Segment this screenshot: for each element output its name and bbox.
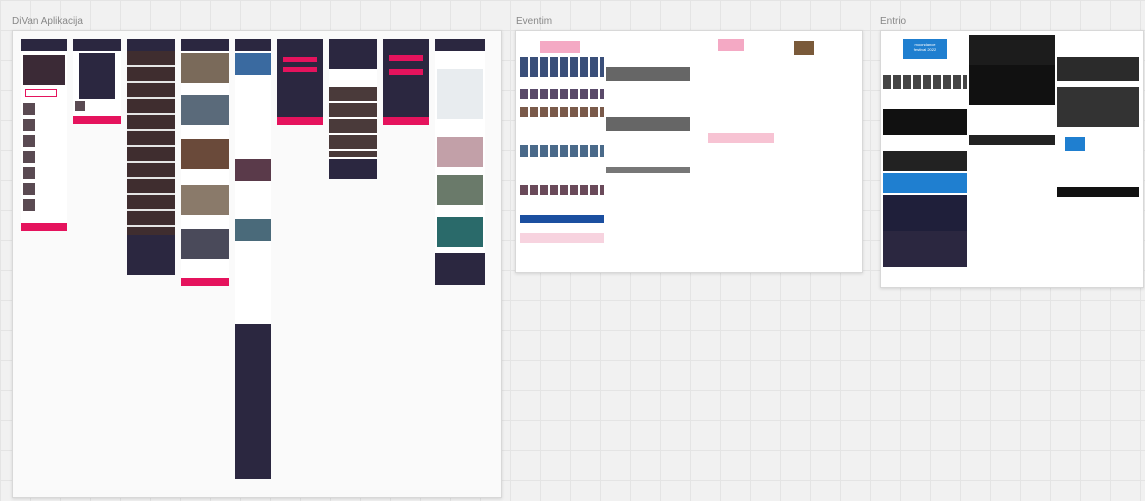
feed-image — [181, 139, 229, 169]
board-title-divan[interactable]: DiVan Aplikacija — [12, 16, 83, 27]
mockup-button — [389, 55, 423, 61]
mockup-image-grid — [329, 87, 377, 157]
mockup-header — [235, 39, 271, 51]
mockup-tabbar — [21, 223, 67, 231]
list-thumb — [75, 101, 85, 111]
mockup-header — [435, 39, 485, 51]
mockup-footer — [235, 324, 271, 479]
eventim-page-checkout[interactable] — [708, 37, 774, 173]
entrio-dark-section — [1057, 57, 1139, 81]
detail-image — [235, 53, 271, 75]
entrio-blue-section — [883, 173, 967, 193]
eventim-footer-strip — [606, 167, 690, 173]
eventim-poster-row — [520, 145, 604, 157]
detail-image — [235, 159, 271, 181]
entrio-page-checkout[interactable] — [1057, 37, 1139, 201]
entrio-dark-section — [1057, 87, 1139, 127]
list-thumb — [23, 167, 35, 179]
eventim-footer-band — [520, 233, 604, 243]
list-thumb — [23, 135, 35, 147]
detail-image — [235, 219, 271, 241]
mockup-button — [283, 57, 317, 62]
eventim-summary-band — [708, 133, 774, 143]
board-eventim[interactable] — [515, 30, 863, 273]
mockup-button — [25, 89, 57, 97]
mockup-tabbar — [277, 117, 323, 125]
venue-image — [437, 175, 483, 205]
venue-image — [437, 137, 483, 167]
mockup-screen-home[interactable] — [21, 39, 67, 231]
entrio-poster-row — [883, 75, 967, 89]
list-thumb — [23, 199, 35, 211]
venue-image — [437, 217, 483, 247]
entrio-dark-section — [883, 195, 967, 231]
entrio-page-event[interactable] — [969, 35, 1055, 165]
eventim-poster-row — [520, 107, 604, 117]
mockup-screen-menu[interactable] — [73, 39, 121, 124]
mockup-header — [329, 39, 377, 69]
mockup-image-grid — [127, 51, 175, 235]
board-title-eventim[interactable]: Eventim — [516, 16, 552, 27]
eventim-poster-row — [520, 185, 604, 195]
eventim-event-banner — [718, 39, 744, 51]
entrio-dark-section — [883, 151, 967, 171]
mockup-tabbar — [181, 278, 229, 286]
eventim-promo-strip — [520, 215, 604, 223]
feed-image — [181, 229, 229, 259]
mockup-header — [127, 39, 175, 51]
board-title-entrio[interactable]: Entrio — [880, 16, 906, 27]
entrio-footer-strip — [1057, 187, 1139, 197]
hero-image — [23, 55, 65, 85]
entrio-promo-image — [1065, 137, 1085, 151]
eventim-page-home[interactable] — [520, 37, 604, 263]
mockup-footer — [127, 235, 175, 275]
mockup-screen-map[interactable] — [435, 39, 485, 285]
list-thumb — [23, 119, 35, 131]
eventim-results-strip — [606, 117, 690, 131]
mockup-button — [283, 67, 317, 72]
feed-image — [181, 53, 229, 83]
eventim-poster-row — [520, 57, 604, 77]
entrio-page-home[interactable]: moondance festival 2022 — [883, 35, 967, 283]
entrio-festival-banner: moondance festival 2022 — [903, 39, 947, 59]
mockup-header — [181, 39, 229, 51]
mockup-screen-gallery[interactable] — [127, 39, 175, 275]
entrio-banner-line2: festival 2022 — [913, 47, 937, 52]
mockup-tabbar — [383, 117, 429, 125]
list-thumb — [23, 151, 35, 163]
mockup-screen-login[interactable] — [277, 39, 323, 125]
entrio-dark-section — [883, 109, 967, 135]
mockup-screen-artist[interactable] — [329, 39, 377, 179]
eventim-banner — [540, 41, 580, 53]
entrio-dark-section — [969, 65, 1055, 105]
entrio-footer-strip — [969, 135, 1055, 145]
mockup-button — [389, 69, 423, 75]
mockup-footer — [329, 159, 377, 179]
list-thumb — [23, 183, 35, 195]
mockup-footer — [435, 253, 485, 285]
entrio-event-hero — [969, 35, 1055, 65]
mockup-menu-panel — [79, 53, 115, 99]
mockup-screen-feed[interactable] — [181, 39, 229, 286]
board-entrio[interactable]: moondance festival 2022 — [880, 30, 1144, 288]
feed-image — [181, 185, 229, 215]
eventim-cart-thumb — [794, 41, 814, 55]
eventim-results-strip — [606, 67, 690, 81]
mockup-map — [437, 69, 483, 119]
mockup-header — [21, 39, 67, 51]
mockup-screen-event-detail[interactable] — [235, 39, 271, 479]
eventim-poster-row — [520, 89, 604, 99]
feed-image — [181, 95, 229, 125]
eventim-page-cart[interactable] — [792, 37, 856, 143]
eventim-page-category[interactable] — [606, 37, 690, 177]
mockup-tabbar — [73, 116, 121, 124]
entrio-dark-section — [883, 231, 967, 267]
mockup-header — [73, 39, 121, 51]
board-divan[interactable] — [12, 30, 502, 498]
list-thumb — [23, 103, 35, 115]
mockup-screen-settings[interactable] — [383, 39, 429, 125]
